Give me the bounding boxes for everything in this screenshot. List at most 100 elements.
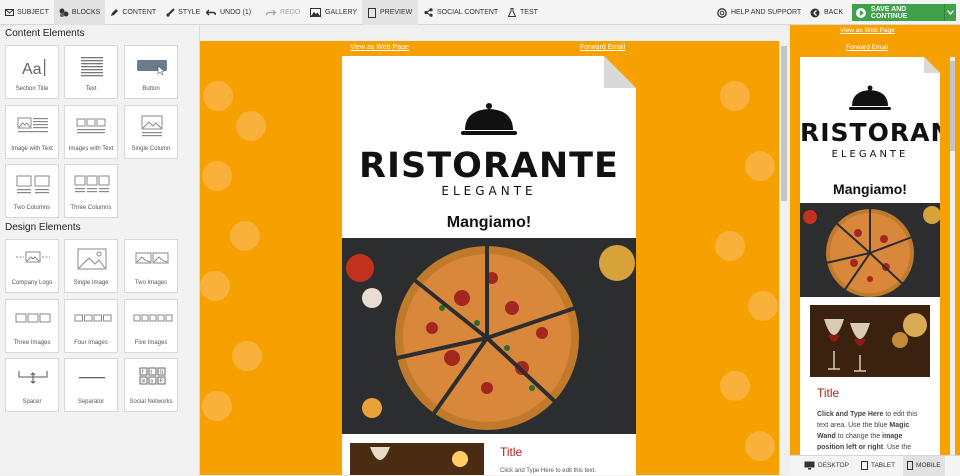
back-label: Back [824, 9, 844, 16]
gallery-button[interactable]: Gallery [310, 0, 357, 25]
help-support-button[interactable]: Help and Support [717, 0, 801, 25]
mobile-forward-email-link[interactable]: Forward Email [846, 44, 888, 51]
tab-blocks[interactable]: Blocks [53, 0, 106, 25]
page-fold-corner [604, 56, 636, 88]
bg-pattern [203, 81, 233, 111]
pizza-image [342, 238, 636, 434]
tab-style[interactable]: Style [161, 0, 205, 25]
undo-button[interactable]: Undo (1) [206, 0, 251, 25]
brand-name: RISTORANTE [359, 146, 619, 186]
block-social-networks[interactable]: f t Gin o P Social Networks [124, 358, 178, 412]
image-with-text-icon [17, 117, 48, 133]
tab-content[interactable]: Content [105, 0, 161, 25]
email-preview-mobile: RISTORANTE ELEGANTE Mangiamo! Title Clic… [800, 57, 940, 455]
mobile-brand-subtitle: ELEGANTE [831, 149, 909, 160]
save-dropdown-toggle[interactable] [944, 4, 956, 21]
block-button[interactable]: Button [124, 45, 178, 99]
separator-icon [79, 377, 105, 379]
block-three-images[interactable]: Three Images [5, 299, 59, 353]
mobile-scrollbar[interactable] [950, 57, 955, 455]
bg-pattern [236, 111, 266, 141]
body-text-preview: Click and Type Here to edit this text. [500, 468, 596, 474]
tab-subject-label: Subject [17, 9, 49, 16]
svg-text:G: G [160, 370, 164, 376]
block-section-title[interactable]: Aa Section Title [5, 45, 59, 99]
block-image-with-text[interactable]: Image with Text [5, 105, 59, 159]
block-single-column[interactable]: Single Column [124, 105, 178, 159]
device-mobile-button[interactable]: Mobile [903, 455, 945, 476]
block-four-images[interactable]: Four Images [64, 299, 118, 353]
svg-text:Aa: Aa [22, 61, 42, 78]
two-images-icon [135, 252, 169, 264]
back-button[interactable]: Back [810, 0, 843, 25]
three-columns-icon [74, 175, 110, 193]
block-label: Social Networks [129, 399, 173, 405]
block-spacer[interactable]: Spacer [5, 358, 59, 412]
block-label: Two Images [134, 280, 168, 286]
bg-pattern [720, 81, 750, 111]
blocks-icon [59, 8, 69, 17]
mobile-pizza-image [800, 203, 940, 297]
cloche-logo-icon [849, 85, 891, 110]
block-label: Images with Text [68, 146, 114, 152]
brush-icon [166, 8, 175, 17]
block-text[interactable]: Text [64, 45, 118, 99]
images-with-text-icon [76, 118, 106, 134]
block-label: Three Columns [70, 205, 112, 211]
scrollbar-thumb[interactable] [781, 46, 787, 201]
preview-button[interactable]: Preview [362, 0, 419, 25]
social-networks-icon: f t Gin o P [139, 367, 166, 385]
block-two-columns[interactable]: Two Columns [5, 164, 59, 218]
design-elements-heading: Design Elements [5, 222, 81, 233]
share-icon [424, 8, 433, 17]
preview-label: Preview [380, 9, 413, 16]
block-separator[interactable]: Separator [64, 358, 118, 412]
spacer-icon [18, 371, 48, 384]
redo-button[interactable]: Redo [266, 0, 300, 25]
undo-icon [206, 9, 216, 16]
device-switcher: Desktop Tablet Mobile [790, 455, 960, 476]
back-arrow-icon [810, 8, 820, 17]
social-content-label: Social Content [437, 9, 499, 16]
block-single-image[interactable]: Single Image [64, 239, 118, 293]
mobile-scrollbar-thumb[interactable] [950, 61, 955, 151]
single-column-icon [141, 115, 163, 137]
lifebuoy-icon [717, 7, 727, 18]
test-button[interactable]: Test [508, 0, 538, 25]
social-content-button[interactable]: Social Content [424, 0, 498, 25]
preview-scrollbar[interactable] [779, 41, 788, 475]
device-desktop-button[interactable]: Desktop [800, 456, 853, 476]
block-images-with-text[interactable]: Images with Text [64, 105, 118, 159]
save-and-continue-button[interactable]: Save and Continue [852, 4, 956, 21]
device-tablet-label: Tablet [870, 462, 896, 469]
bg-pattern [232, 341, 262, 371]
view-as-web-page-link[interactable]: View as Web Page [350, 44, 409, 51]
undo-label: Undo (1) [220, 9, 252, 16]
single-image-icon [77, 248, 107, 270]
block-three-columns[interactable]: Three Columns [64, 164, 118, 218]
tab-blocks-label: Blocks [71, 9, 101, 16]
bg-pattern [715, 231, 745, 261]
block-company-logo[interactable]: Company Logo [5, 239, 59, 293]
mobile-wine-glasses-image [810, 305, 930, 377]
block-five-images[interactable]: Five Images [124, 299, 178, 353]
mobile-view-as-web-page-link[interactable]: View as Web Page [840, 27, 895, 34]
pencil-icon [111, 9, 119, 16]
block-label: Image with Text [11, 146, 53, 152]
forward-email-link[interactable]: Forward Email [580, 44, 625, 51]
block-label: Text [85, 86, 97, 92]
block-label: Five Images [134, 340, 168, 346]
cloche-logo-icon [461, 103, 517, 135]
block-label: Single Column [131, 146, 171, 152]
gallery-icon [310, 8, 321, 17]
block-label: Separator [77, 399, 105, 405]
svg-text:o: o [151, 379, 154, 385]
device-tablet-button[interactable]: Tablet [857, 456, 899, 476]
block-label: Button [142, 86, 160, 92]
gallery-label: Gallery [325, 9, 358, 16]
section-title-text: Title [500, 445, 523, 459]
block-label: Company Logo [11, 280, 53, 286]
tab-subject[interactable]: Subject [0, 0, 54, 25]
redo-label: Redo [280, 9, 301, 16]
block-two-images[interactable]: Two Images [124, 239, 178, 293]
